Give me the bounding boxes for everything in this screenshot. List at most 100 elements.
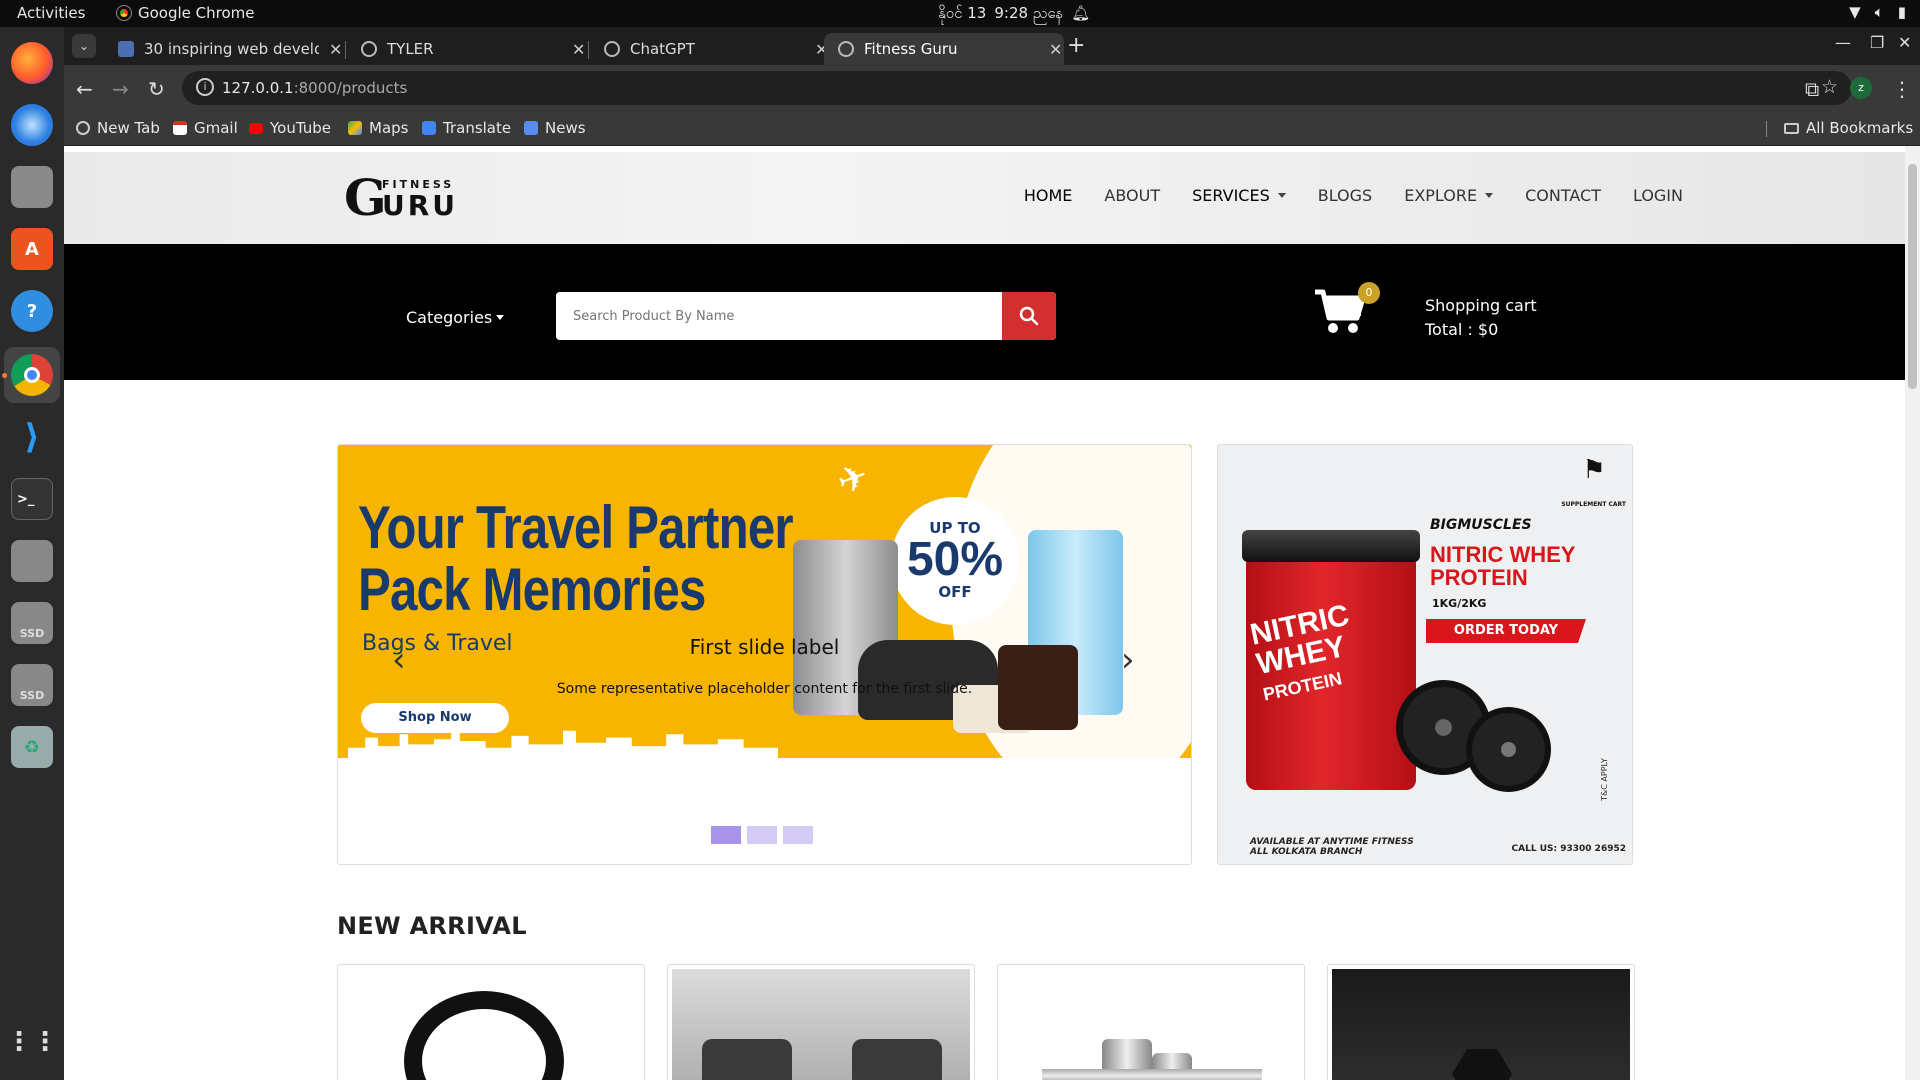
tab-search-button[interactable]: ⌄ — [72, 34, 96, 58]
close-tab-icon[interactable]: ✕ — [572, 40, 585, 59]
categories-dropdown[interactable]: Categories — [406, 308, 505, 327]
activities-button[interactable]: Activities — [17, 4, 85, 22]
battery-icon: ▮ — [1897, 3, 1906, 21]
nav-login[interactable]: LOGIN — [1633, 186, 1683, 205]
ssd-drive-icon[interactable]: SSD — [11, 602, 53, 644]
trash-icon[interactable]: ♻ — [11, 726, 53, 768]
help-icon[interactable]: ? — [11, 290, 53, 332]
bell-icon: 🔔︎ — [1071, 4, 1091, 22]
bookmark-star-icon[interactable]: ☆ — [1821, 76, 1838, 98]
chevron-down-icon — [1485, 193, 1494, 198]
tab-title: ChatGPT — [630, 40, 695, 58]
app-center-icon[interactable]: A — [11, 228, 53, 270]
app-menu[interactable]: Google Chrome — [116, 4, 255, 22]
bookmark-gmail[interactable]: Gmail — [173, 119, 238, 137]
bookmark-youtube[interactable]: YouTube — [249, 119, 331, 137]
discount-badge: UP TO 50% OFF — [891, 497, 1019, 625]
new-tab-button[interactable]: + — [1067, 33, 1085, 58]
bookmark-news[interactable]: News — [524, 119, 586, 137]
forward-icon[interactable]: → — [112, 77, 129, 101]
running-indicator — [2, 373, 7, 378]
tab-2[interactable]: TYLER ✕ — [347, 33, 587, 65]
page-viewport: G FITNESS URU HOME ABOUT SERVICES BLOGS … — [64, 146, 1905, 1080]
text-editor-icon[interactable] — [11, 540, 53, 582]
translate-icon — [422, 121, 436, 135]
minimize-icon[interactable]: — — [1835, 33, 1851, 52]
dumbbell-right — [852, 1039, 942, 1080]
reload-icon[interactable]: ↻ — [148, 77, 165, 101]
globe-icon — [361, 41, 377, 57]
firefox-icon[interactable] — [11, 42, 53, 84]
files-icon[interactable] — [11, 166, 53, 208]
vscode-icon[interactable]: ⟩ — [11, 416, 53, 458]
extensions-icon[interactable]: ⧉ — [1805, 77, 1819, 101]
bookmark-new-tab[interactable]: New Tab — [76, 119, 160, 137]
bookmark-label: New Tab — [97, 119, 160, 137]
carousel-indicator-3[interactable] — [783, 826, 813, 844]
supplement-cart-text: SUPPLEMENT CART — [1561, 501, 1626, 508]
promo-availability-2: ALL KOLKATA BRANCH — [1250, 847, 1363, 857]
profile-avatar[interactable]: z — [1850, 77, 1872, 99]
all-bookmarks[interactable]: All Bookmarks — [1784, 119, 1913, 137]
carousel-indicator-2[interactable] — [747, 826, 777, 844]
nav-services[interactable]: SERVICES — [1192, 186, 1286, 205]
nav-home[interactable]: HOME — [1024, 186, 1073, 205]
shop-now-button[interactable]: Shop Now — [361, 703, 509, 733]
caption-label: First slide label — [689, 635, 840, 659]
tab-4-active[interactable]: Fitness Guru ✕ — [824, 33, 1064, 65]
bookmark-label: YouTube — [270, 119, 331, 137]
system-tray[interactable]: ▼ 🔈︎ ▮ — [1849, 3, 1906, 21]
date-text: နိုဝင် 13 — [938, 4, 987, 22]
product-card[interactable] — [997, 964, 1305, 1080]
promo-banner[interactable]: ⚑ SUPPLEMENT CART BIGMUSCLES NITRIC WHEY… — [1217, 444, 1633, 865]
cart-button[interactable]: 0 — [1313, 282, 1380, 336]
search-button[interactable] — [1002, 292, 1056, 340]
site-info-icon[interactable]: i — [196, 78, 214, 96]
bookmark-label: News — [545, 119, 586, 137]
tab-separator — [345, 41, 346, 59]
tab-title: Fitness Guru — [864, 40, 958, 58]
carousel-indicator-1[interactable] — [711, 826, 741, 844]
carousel-indicators — [711, 826, 813, 844]
logo-guru: URU — [382, 189, 459, 222]
terminal-icon[interactable]: >_ — [11, 478, 53, 520]
dock: A ? ⟩ >_ SSD SSD ♻ ⋮⋮ — [0, 27, 64, 1080]
bookmark-translate[interactable]: Translate — [422, 119, 511, 137]
adjustable-dumbbell-image — [672, 969, 970, 1080]
bookmark-maps[interactable]: Maps — [348, 119, 408, 137]
search-input[interactable] — [556, 292, 1056, 340]
back-icon[interactable]: ← — [76, 77, 93, 101]
site-logo[interactable]: G FITNESS URU — [344, 173, 479, 223]
scrollbar-thumb[interactable] — [1908, 164, 1917, 389]
tab-3[interactable]: ChatGPT ✕ — [590, 33, 830, 65]
product-card[interactable] — [667, 964, 975, 1080]
nav-contact[interactable]: CONTACT — [1525, 186, 1601, 205]
globe-icon — [838, 41, 854, 57]
ssd-drive-icon-2[interactable]: SSD — [11, 664, 53, 706]
close-tab-icon[interactable]: ✕ — [1049, 40, 1062, 59]
search-icon — [1019, 306, 1039, 326]
product-card[interactable] — [337, 964, 645, 1080]
maps-icon — [348, 121, 362, 135]
nav-about[interactable]: ABOUT — [1104, 186, 1160, 205]
page-scrollbar[interactable] — [1905, 146, 1920, 1080]
airplane-icon: ✈ — [831, 455, 875, 504]
url-text[interactable]: 127.0.0.1:8000/products — [222, 79, 407, 97]
address-bar[interactable]: i 127.0.0.1:8000/products ☆ — [182, 71, 1852, 105]
product-card[interactable] — [1327, 964, 1635, 1080]
close-tab-icon[interactable]: ✕ — [329, 40, 342, 59]
chrome-dock-icon[interactable] — [11, 354, 53, 396]
dumbbell-plate-2 — [1466, 707, 1551, 792]
thunderbird-icon[interactable] — [11, 104, 53, 146]
show-apps-icon[interactable]: ⋮⋮ — [6, 1021, 58, 1063]
kettlebell-image — [342, 969, 640, 1080]
nav-explore[interactable]: EXPLORE — [1404, 186, 1494, 205]
tab-1[interactable]: 30 inspiring web develop ✕ — [104, 33, 344, 65]
all-bookmarks-label: All Bookmarks — [1806, 119, 1914, 137]
close-window-icon[interactable]: ✕ — [1898, 33, 1911, 52]
nav-blogs[interactable]: BLOGS — [1318, 186, 1372, 205]
clock[interactable]: နိုဝင် 13 9:28 ညနေ 🔔︎ — [938, 4, 1090, 26]
menu-kebab-icon[interactable]: ⋮ — [1892, 77, 1912, 101]
cart-summary[interactable]: Shopping cart Total : $0 — [1425, 294, 1537, 342]
maximize-icon[interactable]: ❐ — [1870, 33, 1884, 52]
